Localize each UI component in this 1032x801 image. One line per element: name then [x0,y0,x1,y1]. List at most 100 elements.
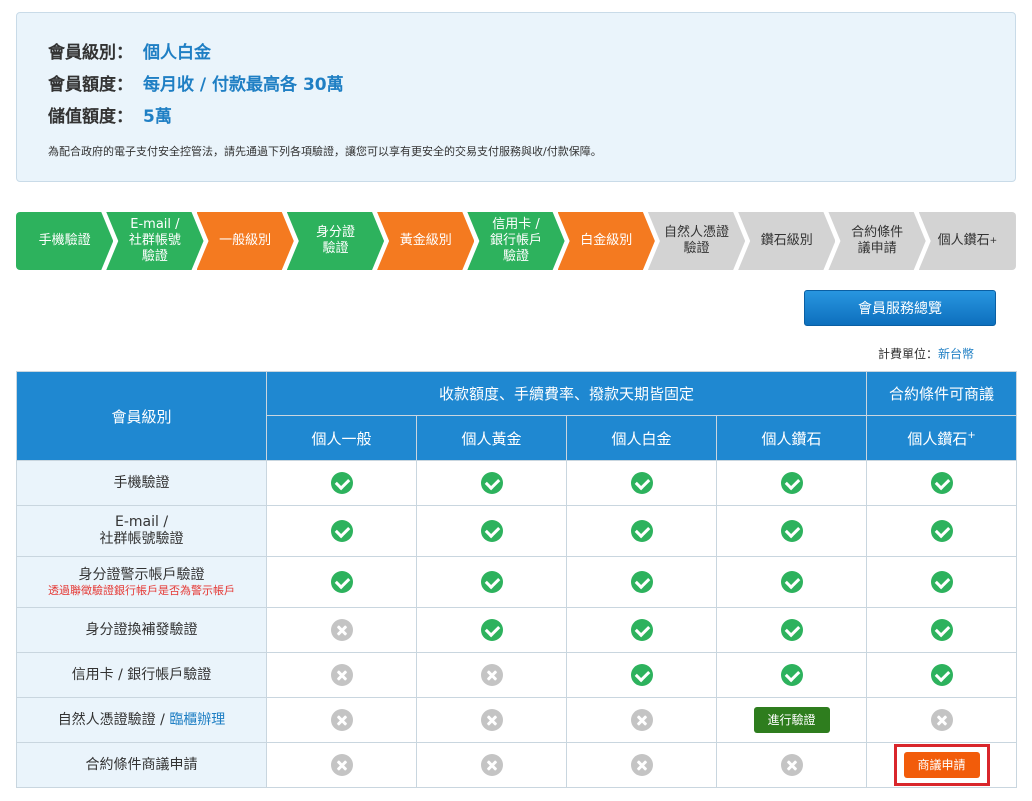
step-label: E-mail / 社群帳號 驗證 [128,217,181,264]
highlight-frame: 商議申請 [893,744,990,786]
cross-icon [780,754,803,776]
table-row: 身分證換補發驗證 [16,607,1018,653]
table-cell [416,556,567,608]
table-cell [566,460,717,506]
step-9: 鑽石級別 [738,212,835,270]
check-icon [930,472,953,494]
check-icon [330,472,353,494]
check-icon [480,520,503,542]
step-label: 自然人憑證 驗證 [664,225,730,256]
table-cell [866,505,1018,557]
step-3: 一般級別 [197,212,294,270]
table-cell: 商議申請 [866,742,1018,788]
step-8: 自然人憑證 驗證 [648,212,745,270]
table-cell [715,652,868,698]
table-cell [715,607,868,653]
check-icon [480,472,503,494]
negotiable-terms-header: 合約條件可商議 [866,371,1018,416]
check-icon [630,619,653,641]
cross-icon [330,664,353,686]
table-cell [715,505,868,557]
table-row: 身分證警示帳戶驗證 透過聯徵驗證銀行帳戶是否為警示帳戶 [16,556,1018,608]
row-label-text: 信用卡 / 銀行帳戶驗證 [71,666,212,683]
table-cell [266,556,417,608]
table-cell [416,607,567,653]
row-sublabel: 透過聯徵驗證銀行帳戶是否為警示帳戶 [48,583,235,597]
table-cell: 進行驗證 [715,697,868,743]
member-quota-row: 會員額度： 每月收 / 付款最高各 30萬 [48,70,344,95]
membership-level-table: 會員級別 收款額度、手續費率、撥款天期皆固定 合約條件可商議 個人一般 個人黃金 個… [16,371,1018,788]
table-cell [566,697,717,743]
step-10: 合約條件 議申請 [828,212,925,270]
member-quota-label: 會員額度： [48,75,133,95]
check-icon [480,619,503,641]
row-label: 身分證警示帳戶驗證 透過聯徵驗證銀行帳戶是否為警示帳戶 [16,556,267,608]
step-label: 白金級別 [580,233,633,248]
currency-link[interactable]: 新台幣 [938,347,974,361]
table-cell [266,742,417,788]
step-2: E-mail / 社群帳號 驗證 [106,212,203,270]
step-5: 黃金級別 [377,212,474,270]
check-icon [630,520,653,542]
table-cell [416,697,567,743]
table-cell [866,652,1018,698]
stored-value-label: 儲值額度： [48,107,133,127]
column-header-label: 個人一般 [311,429,372,448]
table-cell [416,652,567,698]
table-row: 手機驗證 [16,460,1018,506]
step-11: 個人鑽石 + [918,212,1016,270]
step-label: 一般級別 [219,233,272,248]
check-icon [780,619,803,641]
security-note: 為配合政府的電子支付安全控管法，請先通過下列各項驗證，讓您可以享有更安全的交易支… [48,145,602,158]
table-cell [566,607,717,653]
check-icon [330,571,353,593]
table-cell [715,460,868,506]
table-row: 自然人憑證驗證 / 臨櫃辦理 進行驗證 [16,697,1018,743]
cross-icon [330,709,353,731]
table-cell [266,607,417,653]
row-label-text: 自然人憑證驗證 / [57,711,170,728]
table-row: 信用卡 / 銀行帳戶驗證 [16,652,1018,698]
row-label: 信用卡 / 銀行帳戶驗證 [16,652,267,698]
step-label: 個人鑽石 [937,233,990,248]
billing-unit-label: 計費單位： [878,347,939,361]
column-header: 個人黃金 [416,415,567,461]
fixed-terms-header: 收款額度、手續費率、撥款天期皆固定 [265,371,868,416]
table-cell [866,556,1018,608]
step-label: 黃金級別 [399,233,452,248]
cross-icon [630,709,653,731]
check-icon [780,472,803,494]
row-label: 手機驗證 [16,460,267,506]
check-icon [630,664,653,686]
table-cell [715,742,868,788]
cross-icon [930,709,953,731]
negotiation-apply-button[interactable]: 商議申請 [903,752,980,778]
table-cell [266,460,417,506]
member-level-row: 會員級別： 個人白金 [48,38,211,63]
check-icon [930,520,953,542]
step-4: 身分證 驗證 [287,212,384,270]
table-cell [566,556,717,608]
billing-unit: 計費單位：新台幣 [878,345,974,362]
row-label: 合約條件商議申請 [16,742,267,788]
table-cell [866,460,1018,506]
row-label-text: 身分證警示帳戶驗證 [78,566,205,583]
check-icon [930,619,953,641]
table-cell [866,607,1018,653]
row-label: 身分證換補發驗證 [16,607,267,653]
cross-icon [330,754,353,776]
table-cell [566,505,717,557]
row-label: 自然人憑證驗證 / 臨櫃辦理 [16,697,267,743]
check-icon [630,571,653,593]
check-icon [780,520,803,542]
table-cell [266,697,417,743]
counter-service-link[interactable]: 臨櫃辦理 [169,712,225,728]
check-icon [780,571,803,593]
row-label-text: 手機驗證 [113,474,170,491]
member-level-value: 個人白金 [143,43,211,63]
member-services-overview-button[interactable]: 會員服務總覽 [804,290,996,326]
table-corner-header: 會員級別 [16,371,267,461]
step-label: 鑽石級別 [760,233,813,248]
check-icon [630,472,653,494]
verify-button[interactable]: 進行驗證 [753,707,830,733]
